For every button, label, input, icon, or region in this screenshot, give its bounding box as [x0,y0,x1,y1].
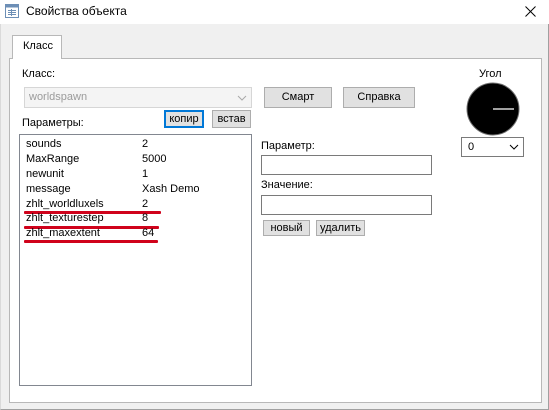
param-value: 2 [142,198,149,210]
param-key: MaxRange [26,153,80,165]
red-underline [24,240,158,243]
tab-class-label: Класс [23,40,53,52]
list-item[interactable]: message Xash Demo [24,183,249,198]
angle-combo-value: 0 [468,141,475,153]
param-key: sounds [26,138,62,150]
angle-dial[interactable] [466,82,520,136]
param-value: 64 [142,227,155,239]
params-label: Параметры: [22,117,84,129]
param-input[interactable] [261,155,432,175]
angle-combo[interactable]: 0 [461,137,524,157]
list-item[interactable]: newunit 1 [24,168,249,183]
param-key: newunit [26,168,64,180]
param-key: zhlt_maxextent [26,227,100,239]
properties-window-icon [5,4,19,18]
chevron-down-icon [509,144,519,150]
list-item[interactable]: zhlt_texturestep 8 [24,212,249,227]
close-icon [525,6,536,17]
param-label: Параметр: [261,140,315,152]
param-value: 1 [142,168,149,180]
value-label: Значение: [261,179,313,191]
value-input[interactable] [261,195,432,215]
paste-button[interactable]: встав [212,110,251,128]
param-key: message [26,183,71,195]
params-list[interactable]: sounds 2 MaxRange 5000 newunit 1 message… [19,134,252,386]
angle-label: Угол [479,68,502,80]
new-button[interactable]: новый [263,220,310,236]
param-value: Xash Demo [142,183,200,195]
copy-button[interactable]: копир [164,110,204,128]
list-item[interactable]: sounds 2 [24,138,249,153]
param-value: 8 [142,212,149,224]
param-value: 2 [142,138,149,150]
param-value: 5000 [142,153,167,165]
window-title: Свойства объекта [26,4,127,18]
close-button[interactable] [512,0,549,24]
delete-button[interactable]: удалить [316,220,365,236]
chevron-down-icon [237,95,247,101]
title-bar: Свойства объекта [0,0,549,24]
class-combo[interactable]: worldspawn [24,87,252,108]
smart-button[interactable]: Смарт [264,87,332,108]
list-item[interactable]: MaxRange 5000 [24,153,249,168]
tab-class[interactable]: Класс [12,35,62,59]
class-label: Класс: [22,68,55,80]
help-button[interactable]: Справка [343,87,415,108]
param-key: zhlt_texturestep [26,212,104,224]
class-combo-value: worldspawn [29,91,88,103]
param-key: zhlt_worldluxels [26,198,104,210]
